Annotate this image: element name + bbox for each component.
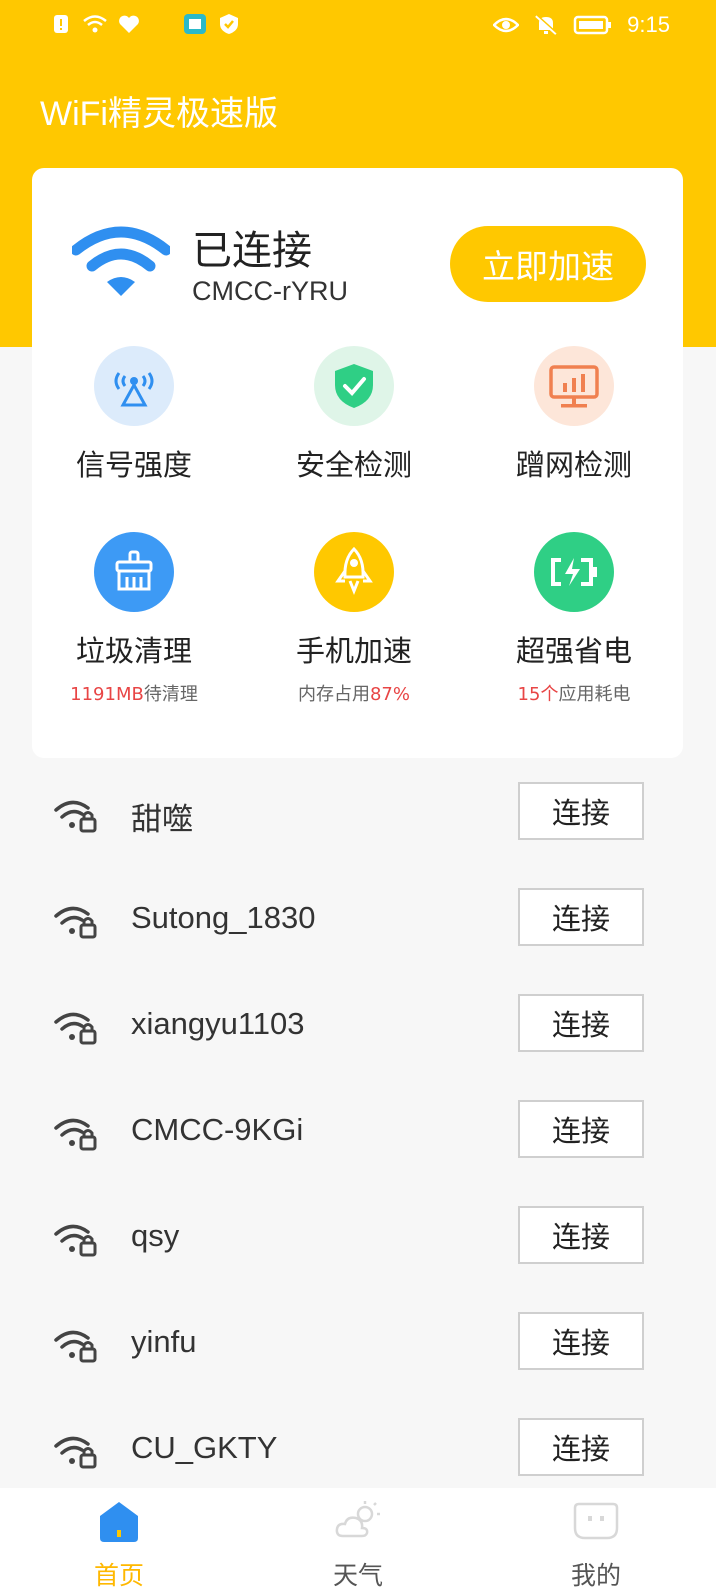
tool-label: 信号强度 — [75, 448, 192, 482]
connect-button[interactable]: 连接 — [518, 782, 644, 840]
nav-label: 天气 — [332, 1561, 383, 1590]
battery-status-icon — [573, 15, 612, 35]
tool-label: 蹭网检测 — [515, 448, 632, 482]
connect-button[interactable]: 连接 — [518, 1418, 644, 1476]
app-count-text: 应用耗电 — [558, 684, 631, 705]
connect-button[interactable]: 连接 — [518, 888, 644, 946]
nav-weather[interactable]: 天气 — [298, 1498, 418, 1592]
tool-phone-boost[interactable]: 手机加速 内存占用87% — [254, 532, 454, 706]
junk-size: 1191MB — [70, 684, 144, 705]
connect-button[interactable]: 连接 — [518, 1206, 644, 1264]
tool-junk-clean[interactable]: 垃圾清理 1191MB待清理 — [34, 532, 234, 706]
status-time: 9:15 — [627, 12, 670, 37]
tool-security-check[interactable]: 安全检测 — [254, 346, 454, 484]
wifi-name: CMCC-9KGi — [131, 1112, 304, 1147]
tool-leech-detection[interactable]: 蹭网检测 — [474, 346, 674, 484]
wifi-locked-icon — [54, 1436, 97, 1469]
connection-card: 已连接 CMCC-rYRU 立即加速 信号强度 安全检测 蹭网检测 垃圾清理 1… — [32, 168, 683, 758]
battery-icon — [534, 532, 614, 612]
tool-subtext: 1191MB待清理 — [34, 680, 234, 706]
connected-ssid: CMCC-rYRU — [192, 276, 348, 306]
connection-status: 已连接 — [192, 228, 312, 274]
wifi-locked-icon — [54, 906, 97, 939]
weather-icon — [335, 1501, 380, 1538]
tool-power-save[interactable]: 超强省电 15个应用耗电 — [474, 532, 674, 706]
boost-button[interactable]: 立即加速 — [450, 226, 646, 302]
tool-label: 超强省电 — [515, 634, 632, 668]
wifi-name: Sutong_1830 — [131, 900, 316, 935]
tool-label: 垃圾清理 — [75, 634, 192, 668]
wifi-name: yinfu — [131, 1324, 197, 1359]
bottom-navigation: 首页 天气 我的 — [0, 1488, 716, 1596]
wifi-list-item[interactable]: xiangyu1103 连接 — [0, 976, 716, 1082]
wifi-connected-icon — [72, 226, 170, 296]
tool-label: 手机加速 — [295, 634, 412, 668]
wifi-name: CU_GKTY — [131, 1430, 278, 1465]
rocket-icon — [314, 532, 394, 612]
wifi-name: qsy — [131, 1218, 180, 1253]
wifi-status-icon — [83, 15, 107, 33]
junk-size-text: 待清理 — [143, 684, 198, 705]
eye-icon — [493, 17, 520, 33]
tool-subtext: 内存占用87% — [254, 680, 454, 706]
connect-button[interactable]: 连接 — [518, 1312, 644, 1370]
book-app-icon — [184, 14, 206, 34]
wifi-list-item[interactable]: yinfu 连接 — [0, 1294, 716, 1400]
health-heart-icon — [119, 15, 139, 33]
broom-icon — [94, 532, 174, 612]
memory-text: 内存占用 — [297, 684, 370, 705]
wifi-locked-icon — [54, 1012, 97, 1045]
wifi-locked-icon — [54, 800, 97, 833]
wifi-list-item[interactable]: 甜噬 连接 — [0, 764, 716, 870]
profile-icon — [573, 1502, 619, 1540]
wifi-name: 甜噬 — [131, 802, 193, 837]
nav-label: 我的 — [570, 1561, 621, 1590]
status-bar: 9:15 — [0, 0, 716, 50]
nav-home[interactable]: 首页 — [59, 1498, 179, 1592]
notification-alert-icon — [54, 15, 68, 33]
connect-button[interactable]: 连接 — [518, 1100, 644, 1158]
connect-button[interactable]: 连接 — [518, 994, 644, 1052]
wifi-locked-icon — [54, 1330, 97, 1363]
shield-status-icon — [220, 14, 238, 34]
nav-label: 首页 — [93, 1561, 144, 1590]
signal-tower-icon — [94, 346, 174, 426]
mute-bell-icon — [535, 14, 558, 35]
monitor-chart-icon — [534, 346, 614, 426]
wifi-locked-icon — [54, 1118, 97, 1151]
wifi-list-item[interactable]: CMCC-9KGi 连接 — [0, 1082, 716, 1188]
wifi-name: xiangyu1103 — [131, 1006, 305, 1041]
home-icon — [100, 1502, 138, 1542]
app-title: WiFi精灵极速版 — [40, 95, 278, 133]
memory-usage: 87% — [369, 684, 410, 705]
app-count: 15个 — [517, 684, 559, 705]
wifi-list-item[interactable]: qsy 连接 — [0, 1188, 716, 1294]
tool-label: 安全检测 — [295, 448, 412, 482]
tool-signal-strength[interactable]: 信号强度 — [34, 346, 234, 484]
wifi-list-item[interactable]: Sutong_1830 连接 — [0, 870, 716, 976]
nav-profile[interactable]: 我的 — [536, 1498, 656, 1592]
tool-subtext: 15个应用耗电 — [474, 680, 674, 706]
wifi-locked-icon — [54, 1224, 97, 1257]
shield-check-icon — [314, 346, 394, 426]
